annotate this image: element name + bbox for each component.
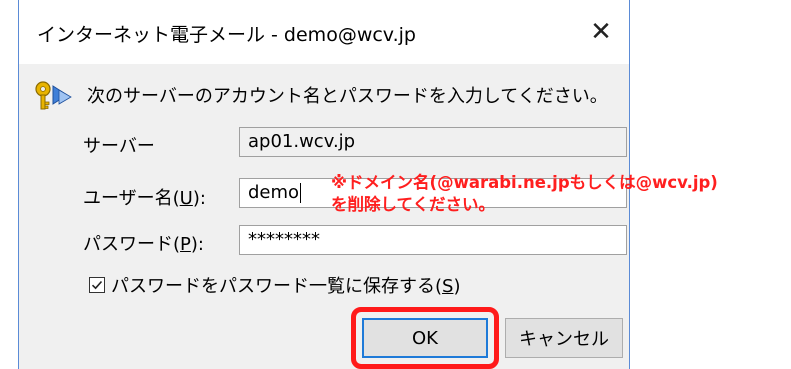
title-bar: インターネット電子メール - demo@wcv.jp ✕: [19, 0, 629, 64]
remember-label-mnemonic: S: [442, 276, 454, 297]
password-label-prefix: パスワード(: [83, 234, 181, 255]
server-label: サーバー: [83, 136, 155, 157]
username-label-prefix: ユーザー名(: [83, 188, 180, 209]
text-caret: [300, 183, 302, 203]
remember-password-label: パスワードをパスワード一覧に保存する(S): [111, 272, 461, 298]
password-input[interactable]: ********: [239, 225, 627, 255]
prompt-row: 次のサーバーのアカウント名とパスワードを入力してください。: [33, 78, 608, 112]
annotation-line-2: を削除してください。: [331, 195, 496, 214]
credentials-dialog: インターネット電子メール - demo@wcv.jp ✕ 次のサーバーのアカウン…: [18, 0, 718, 369]
username-label-suffix: ):: [192, 188, 206, 209]
password-label-mnemonic: P: [180, 234, 191, 255]
annotation-note: ※ドメイン名(@warabi.ne.jpもしくは@wcv.jp) を削除してくだ…: [331, 172, 718, 216]
username-value: demo: [248, 182, 300, 203]
remember-password-row[interactable]: パスワードをパスワード一覧に保存する(S): [89, 272, 461, 298]
username-label-mnemonic: U: [179, 188, 193, 209]
ok-button[interactable]: OK: [362, 318, 488, 358]
window-title: インターネット電子メール - demo@wcv.jp: [37, 24, 416, 46]
server-field: ap01.wcv.jp: [239, 127, 627, 157]
username-label: ユーザー名(U):: [83, 184, 206, 210]
password-label: パスワード(P):: [83, 230, 204, 256]
remember-label-suffix: ): [453, 276, 461, 297]
close-button[interactable]: ✕: [581, 14, 621, 50]
annotation-line-1: ※ドメイン名(@warabi.ne.jpもしくは@wcv.jp): [331, 173, 718, 192]
cancel-button[interactable]: キャンセル: [505, 318, 623, 358]
prompt-text: 次のサーバーのアカウント名とパスワードを入力してください。: [87, 86, 608, 107]
remember-label-prefix: パスワードをパスワード一覧に保存する(: [111, 276, 443, 297]
password-label-suffix: ):: [190, 234, 204, 255]
close-icon: ✕: [590, 17, 612, 47]
checkmark-icon: [91, 280, 103, 290]
key-icon: [33, 78, 77, 112]
remember-password-checkbox[interactable]: [89, 277, 105, 293]
